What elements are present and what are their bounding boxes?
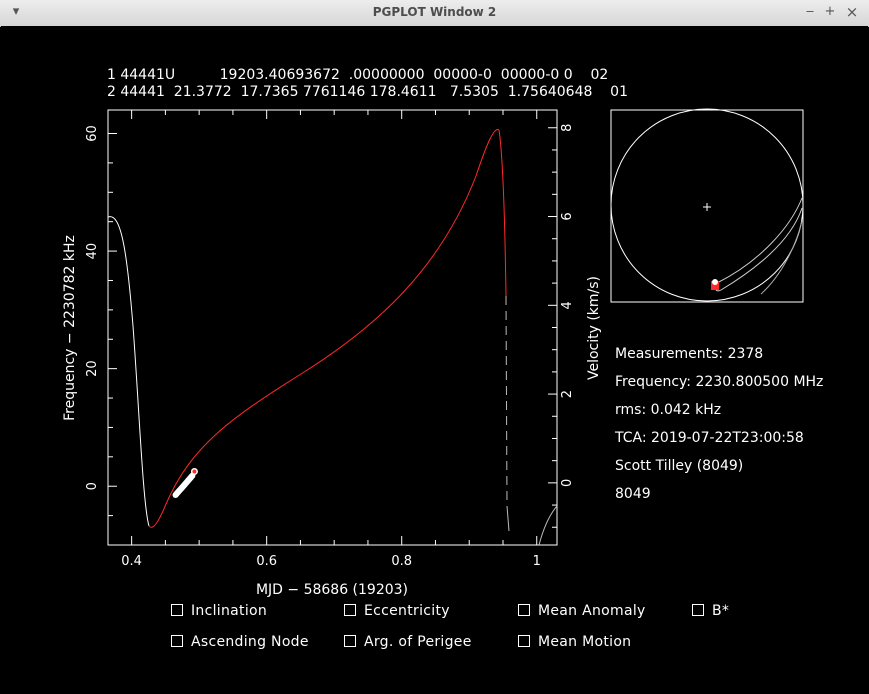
info-observer: Scott Tilley (8049)	[615, 458, 743, 474]
checkbox-box[interactable]	[344, 635, 356, 647]
orbit-inset	[610, 108, 804, 303]
x-tick-label: 0.4	[121, 554, 142, 569]
minimize-button[interactable]: ‒	[802, 4, 818, 20]
y-right-axis-label: Velocity (km/s)	[586, 276, 602, 380]
plot-canvas[interactable]: 1 44441U 19203.40693672 .00000000 00000-…	[1, 26, 868, 693]
checkbox-eccentricity[interactable]: Eccentricity	[344, 600, 450, 619]
tle-line-1: 1 44441U 19203.40693672 .00000000 00000-…	[107, 67, 608, 83]
checkbox-box[interactable]	[518, 604, 530, 616]
info-rms: rms: 0.042 kHz	[615, 402, 721, 418]
y2-tick-label: 2	[560, 390, 575, 398]
plot-svg: 1 44441U 19203.40693672 .00000000 00000-…	[62, 67, 823, 598]
checkbox-box[interactable]	[344, 604, 356, 616]
checkbox-box[interactable]	[171, 604, 183, 616]
checkbox-arg-of-perigee[interactable]: Arg. of Perigee	[344, 631, 472, 650]
x-axis-label: MJD − 58686 (19203)	[256, 582, 408, 598]
checkbox-label: Ascending Node	[191, 634, 309, 650]
checkbox-box[interactable]	[171, 635, 183, 647]
checkbox-mean-anomaly[interactable]: Mean Anomaly	[518, 600, 646, 619]
x-tick-label: 0.6	[256, 554, 277, 569]
info-tca: TCA: 2019-07-22T23:00:58	[614, 430, 804, 446]
checkbox-label: Eccentricity	[364, 603, 450, 619]
curve-below-horizon-3	[506, 505, 510, 532]
y2-tick-label: 6	[560, 212, 575, 220]
title-bar[interactable]: ▾ PGPLOT Window 2 ‒ + ×	[0, 0, 869, 27]
selected-point	[192, 469, 197, 474]
y-tick-label: 0	[85, 482, 100, 490]
x-tick-label: 0.8	[391, 554, 412, 569]
y-left-axis-ticks: 0 20 40 60	[85, 125, 117, 546]
info-measurements: Measurements: 2378	[615, 346, 763, 362]
y-tick-label: 40	[85, 243, 100, 260]
checkbox-label: Mean Motion	[538, 634, 632, 650]
satellite-marker	[712, 279, 718, 285]
orbit-ground-track	[714, 197, 803, 292]
y-tick-label: 60	[85, 125, 100, 142]
x-tick-label: 1	[533, 554, 541, 569]
prediction-curve-descent	[498, 129, 507, 297]
curve-below-horizon-2	[505, 295, 508, 507]
y-tick-label: 20	[85, 360, 100, 377]
x-axis-ticks: 0.4 0.6 0.8 1	[121, 110, 541, 569]
y-right-axis-ticks: 0 2 4 6 8	[548, 124, 575, 528]
next-pass-curve	[538, 505, 558, 546]
info-frequency: Frequency: 2230.800500 MHz	[615, 374, 823, 390]
maximize-button[interactable]: +	[822, 4, 838, 20]
checkbox-label: Inclination	[191, 603, 268, 619]
checkbox-box[interactable]	[518, 635, 530, 647]
y2-tick-label: 8	[560, 124, 575, 132]
checkbox-label: Mean Anomaly	[538, 603, 646, 619]
tle-line-2: 2 44441 21.3772 17.7365 7761146 178.4611…	[107, 84, 628, 100]
checkbox-mean-motion[interactable]: Mean Motion	[518, 631, 631, 650]
checkbox-ascending-node[interactable]: Ascending Node	[171, 631, 309, 650]
y2-tick-label: 0	[560, 479, 575, 487]
curve-below-horizon-1	[107, 216, 150, 527]
curves	[107, 129, 558, 546]
window-title: PGPLOT Window 2	[372, 5, 497, 19]
earth-center-marker	[703, 203, 711, 211]
checkbox-box[interactable]	[692, 604, 704, 616]
checkbox-label: B*	[712, 603, 730, 619]
info-site: 8049	[615, 486, 651, 502]
y2-tick-label: 4	[560, 301, 575, 309]
prediction-curve	[148, 129, 500, 528]
pgplot-window: ▾ PGPLOT Window 2 ‒ + × 1 44441U 19203.4…	[0, 0, 869, 694]
checkbox-bstar[interactable]: B*	[692, 600, 729, 619]
y-left-axis-label: Frequency − 2230782 kHz	[62, 235, 78, 421]
checkbox-inclination[interactable]: Inclination	[171, 600, 267, 619]
close-button[interactable]: ×	[844, 4, 860, 20]
main-plot-frame	[107, 109, 558, 546]
checkbox-label: Arg. of Perigee	[364, 634, 472, 650]
